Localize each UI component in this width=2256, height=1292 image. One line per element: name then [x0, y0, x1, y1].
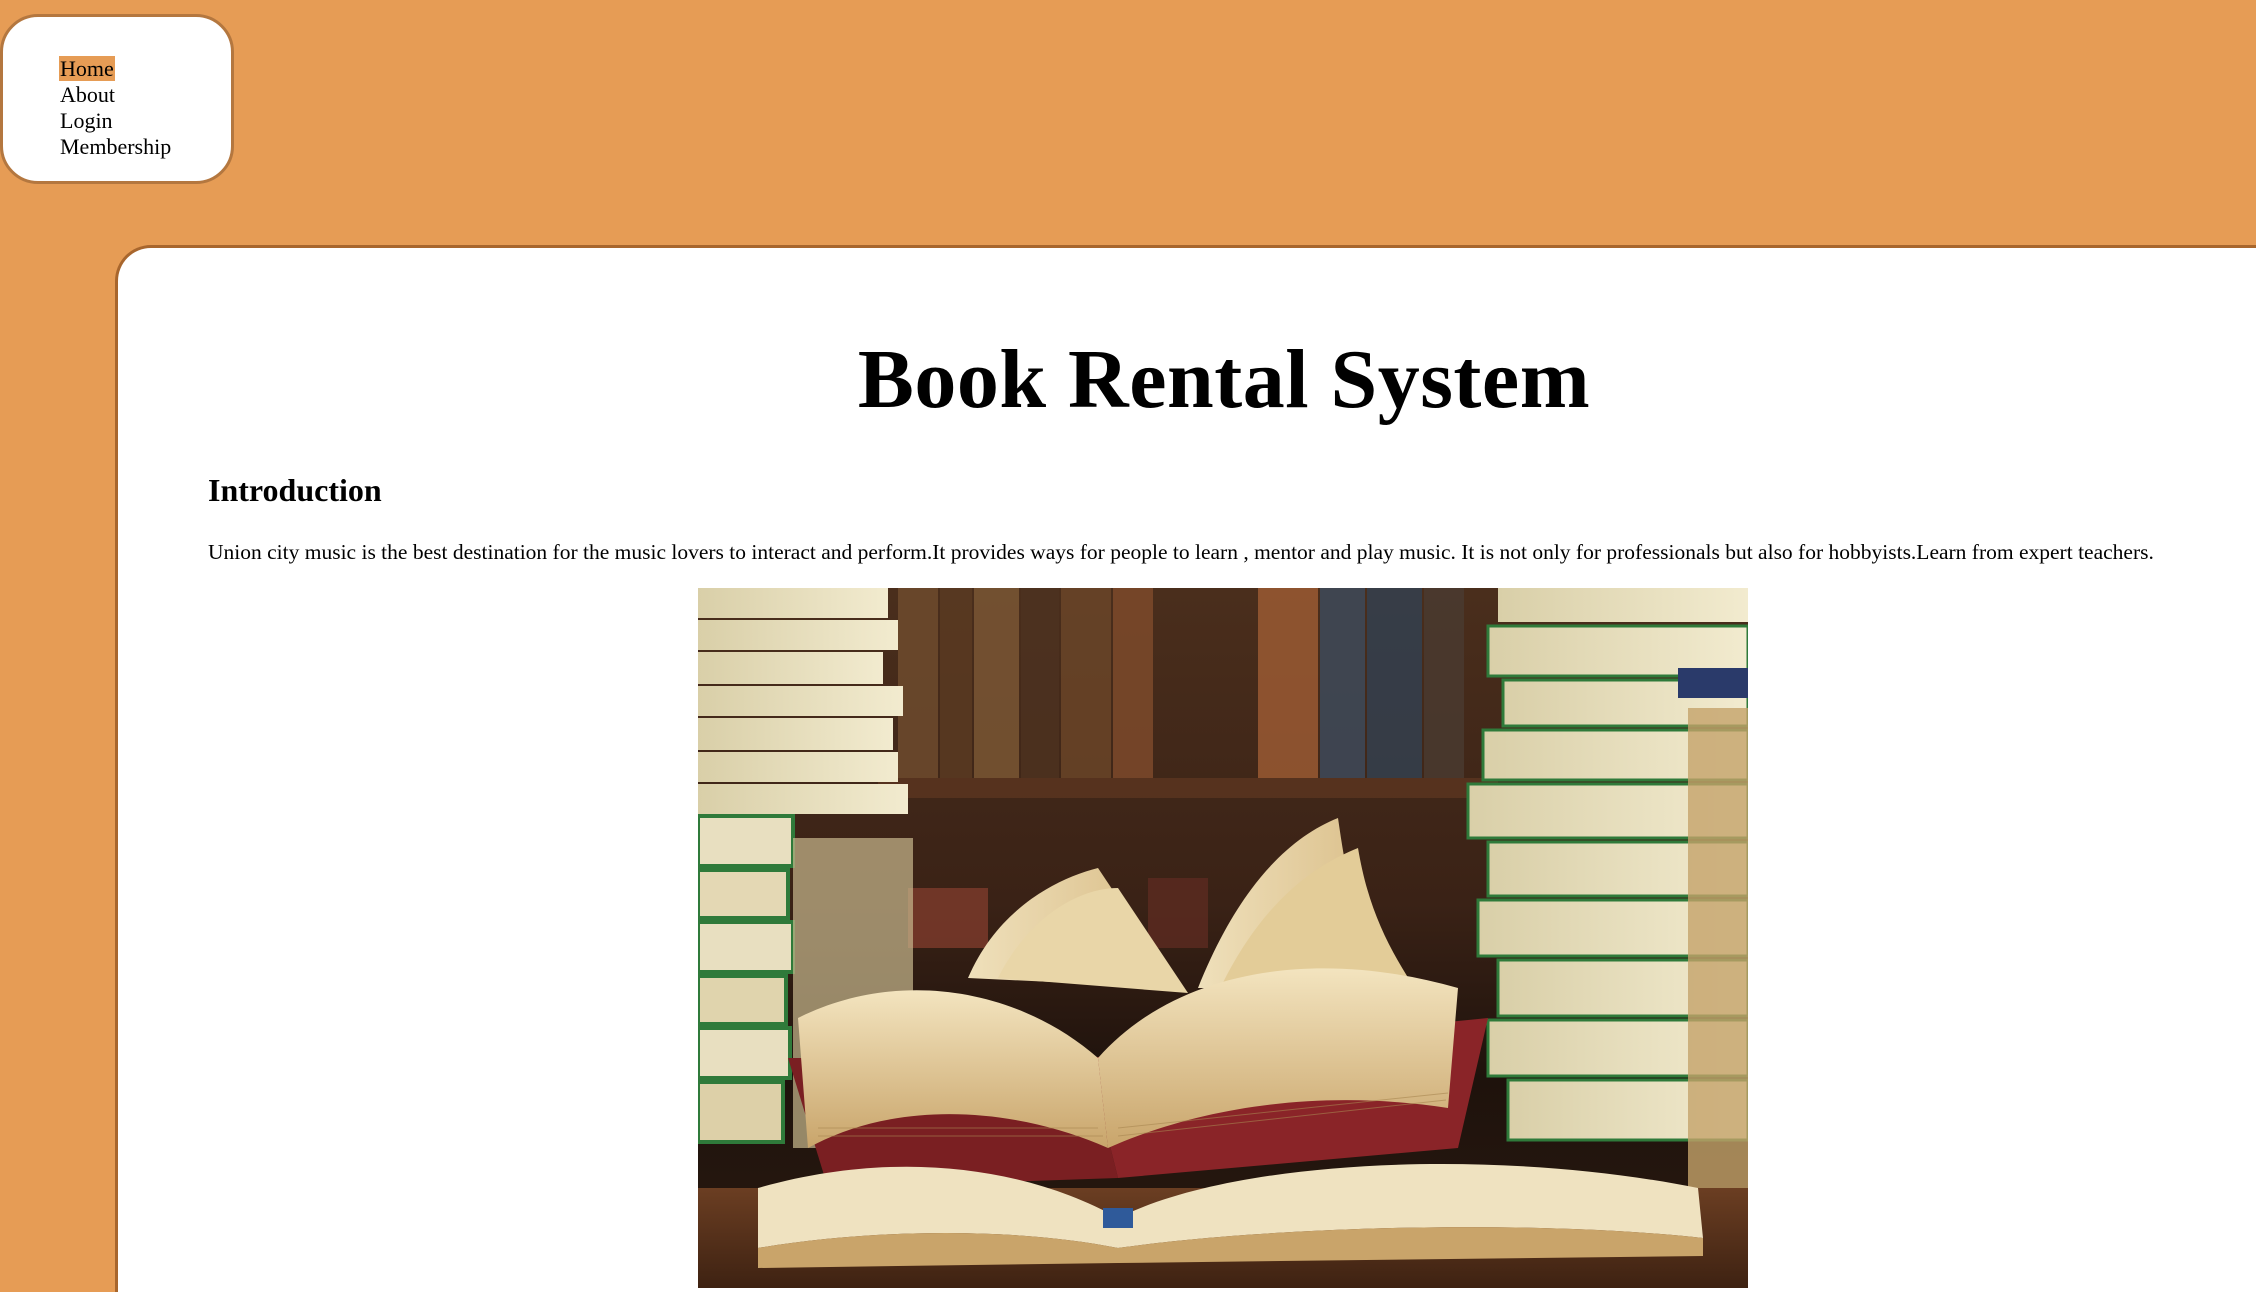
nav-item-membership-label[interactable]: Membership: [59, 134, 172, 159]
nav-item-about-label[interactable]: About: [59, 82, 116, 107]
nav-menu: Home About Login Membership: [0, 14, 234, 184]
page-title: Book Rental System: [857, 333, 1591, 426]
main-panel: Book Rental System Introduction Union ci…: [115, 245, 2256, 1292]
nav-item-home-label[interactable]: Home: [59, 56, 115, 81]
nav-item-login-label[interactable]: Login: [59, 108, 114, 133]
introduction-text: Union city music is the best destination…: [208, 540, 2154, 564]
nav-item-membership[interactable]: Membership: [59, 134, 172, 160]
introduction-heading: Introduction: [208, 472, 382, 508]
page: Home About Login Membership Book Rental …: [0, 0, 2256, 1292]
nav-list: Home About Login Membership: [59, 56, 172, 160]
nav-item-login[interactable]: Login: [59, 108, 172, 134]
nav-item-about[interactable]: About: [59, 82, 172, 108]
nav-item-home[interactable]: Home: [59, 56, 172, 82]
books-image: [698, 588, 1748, 1288]
